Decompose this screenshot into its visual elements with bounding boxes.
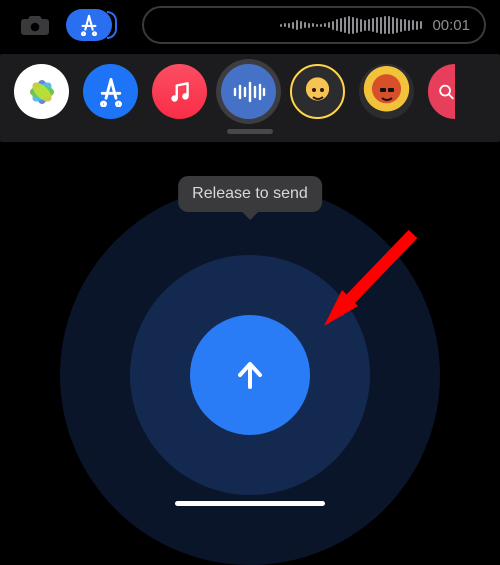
audio-message-app[interactable] bbox=[221, 64, 276, 119]
compose-toolbar: 00:01 bbox=[0, 0, 500, 54]
drawer-grabber[interactable] bbox=[227, 129, 273, 134]
recording-area: Release to send bbox=[0, 152, 500, 512]
audio-wave-icon bbox=[232, 80, 266, 104]
photos-app[interactable] bbox=[14, 64, 69, 119]
release-tooltip: Release to send bbox=[178, 176, 322, 212]
search-icon bbox=[438, 79, 455, 105]
memoji-icon bbox=[303, 77, 333, 107]
appstore-toggle[interactable] bbox=[66, 9, 112, 41]
imessage-app-drawer bbox=[0, 54, 500, 142]
memoji-stickers-app[interactable] bbox=[359, 64, 414, 119]
app-row[interactable] bbox=[0, 64, 500, 119]
camera-button[interactable] bbox=[14, 9, 56, 41]
music-icon bbox=[167, 79, 193, 105]
audio-record-pill[interactable]: 00:01 bbox=[142, 6, 486, 44]
appstore-icon bbox=[96, 77, 126, 107]
recording-timer: 00:01 bbox=[432, 17, 470, 34]
memoji-app[interactable] bbox=[290, 64, 345, 119]
memoji-icon bbox=[372, 77, 402, 107]
search-app[interactable] bbox=[428, 64, 455, 119]
waveform-icon bbox=[280, 14, 422, 36]
arrow-up-icon bbox=[228, 353, 272, 397]
photos-icon bbox=[25, 75, 59, 109]
send-audio-button[interactable] bbox=[190, 315, 310, 435]
appstore-icon bbox=[78, 14, 100, 36]
music-app[interactable] bbox=[152, 64, 207, 119]
home-indicator[interactable] bbox=[175, 501, 325, 506]
appstore-app[interactable] bbox=[83, 64, 138, 119]
tooltip-text: Release to send bbox=[192, 185, 308, 202]
camera-icon bbox=[20, 13, 50, 37]
